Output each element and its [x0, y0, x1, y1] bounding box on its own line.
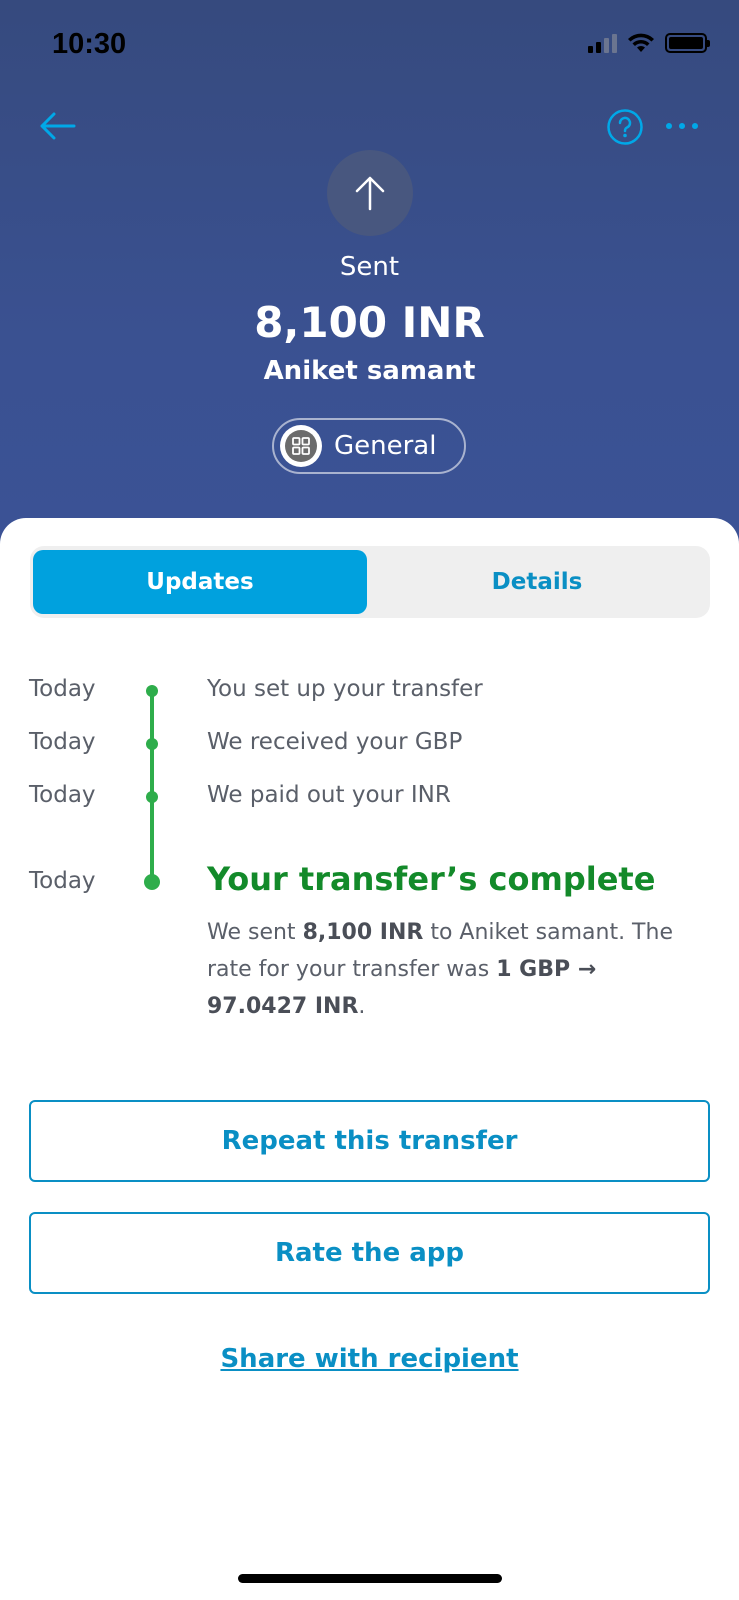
- repeat-transfer-button[interactable]: Repeat this transfer: [29, 1100, 710, 1182]
- timeline-event: We received your GBP: [207, 729, 463, 755]
- tab-updates[interactable]: Updates: [33, 550, 367, 614]
- timeline-date: Today: [29, 729, 96, 755]
- battery-icon: [665, 33, 710, 53]
- help-icon[interactable]: [606, 108, 644, 146]
- timeline-dot-final: [144, 874, 160, 890]
- timeline-event: We paid out your INR: [207, 782, 451, 808]
- tab-details[interactable]: Details: [367, 550, 707, 614]
- wifi-icon: [628, 33, 654, 52]
- rate-app-button[interactable]: Rate the app: [29, 1212, 710, 1294]
- back-arrow-icon[interactable]: [36, 104, 80, 148]
- arrow-up-icon: [355, 176, 385, 211]
- timeline-line: [150, 690, 154, 882]
- timeline-date: Today: [29, 676, 96, 702]
- timeline-date: Today: [29, 782, 96, 808]
- tab-switcher: Updates Details: [30, 546, 710, 618]
- cellular-signal-icon: [588, 33, 617, 53]
- transfer-complete-heading: Your transfer’s complete: [207, 860, 656, 898]
- home-indicator: [238, 1574, 502, 1583]
- transfer-header: 10:30 Sent 8,100 INR Aniket samant Gener…: [0, 0, 739, 560]
- timeline-date: Today: [29, 868, 96, 894]
- status-time: 10:30: [52, 28, 127, 60]
- transfer-amount: 8,100 INR: [254, 298, 485, 347]
- status-icons: [588, 32, 710, 54]
- more-options-icon[interactable]: [664, 116, 700, 136]
- category-chip[interactable]: General: [272, 418, 466, 474]
- timeline-dot: [146, 685, 158, 697]
- category-label: General: [334, 431, 437, 461]
- recipient-name: Aniket samant: [263, 356, 476, 386]
- timeline-dot: [146, 791, 158, 803]
- transfer-complete-description: We sent 8,100 INR to Aniket samant. The …: [207, 920, 673, 1019]
- timeline-dot: [146, 738, 158, 750]
- transfer-status-label: Sent: [339, 252, 400, 282]
- grid-icon: [280, 425, 322, 467]
- sent-direction-badge: [327, 150, 413, 236]
- status-bar: 10:30: [0, 0, 739, 90]
- sent-amount: 8,100 INR: [302, 920, 424, 945]
- timeline-event: You set up your transfer: [207, 676, 483, 702]
- share-with-recipient-link[interactable]: Share with recipient: [0, 1344, 739, 1374]
